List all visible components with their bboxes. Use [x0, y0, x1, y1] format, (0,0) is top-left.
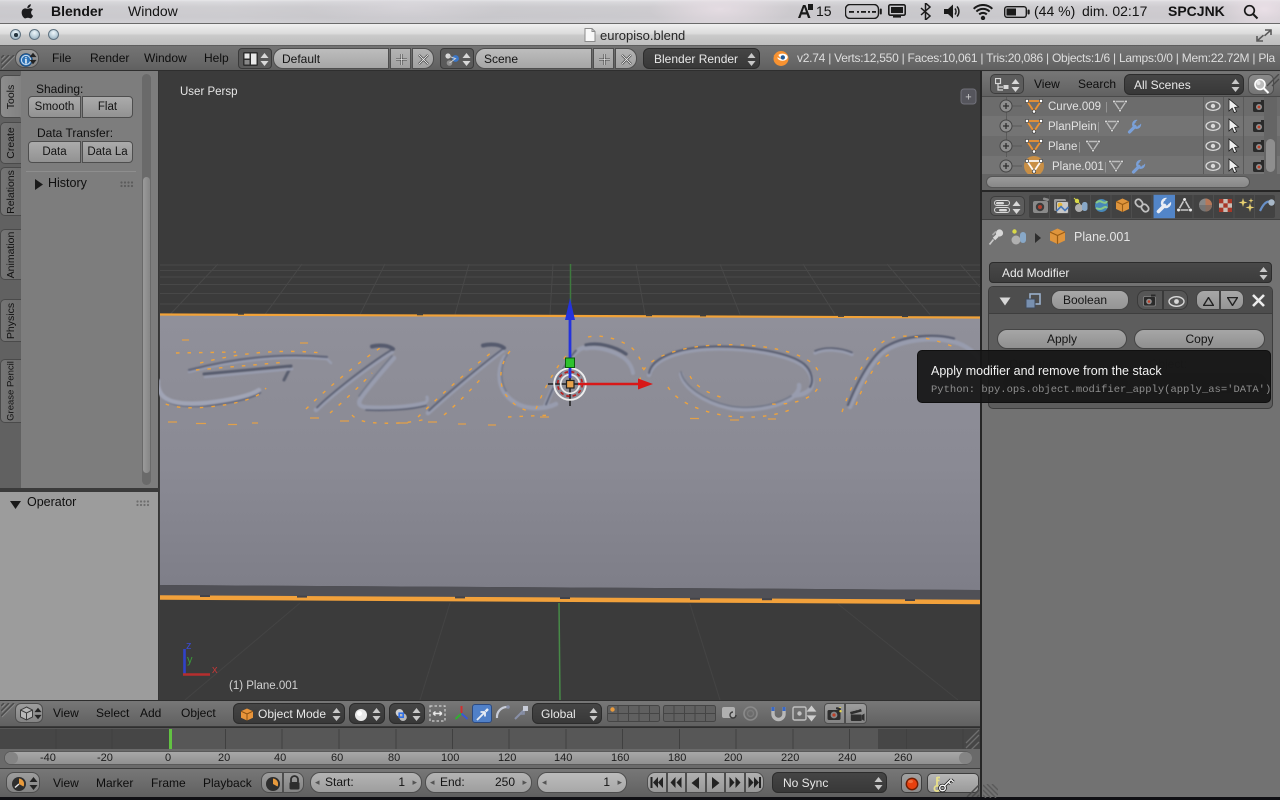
svg-text:+: +	[965, 92, 971, 104]
svg-text:|: |	[1078, 141, 1081, 153]
svg-text:Curve.009: Curve.009	[1048, 101, 1101, 113]
svg-text:Plane: Plane	[1048, 141, 1077, 153]
svg-text:|: |	[1104, 161, 1107, 173]
svg-text:|: |	[1105, 101, 1108, 113]
svg-text:Plane.001: Plane.001	[1052, 161, 1104, 173]
svg-text:User Persp: User Persp	[180, 86, 238, 98]
svg-text:i: i	[25, 56, 28, 66]
svg-text:z: z	[186, 640, 192, 652]
svg-text:y: y	[187, 654, 193, 666]
svg-text:(1) Plane.001: (1) Plane.001	[229, 680, 298, 692]
svg-text:x: x	[212, 664, 218, 676]
svg-text:PlanPlein: PlanPlein	[1048, 121, 1097, 133]
svg-text:|: |	[1097, 121, 1100, 133]
